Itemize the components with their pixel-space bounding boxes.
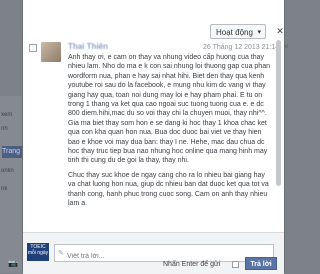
close-icon[interactable]: ✕ bbox=[275, 26, 285, 36]
background-text: xem bbox=[1, 112, 13, 118]
background-text: onlin bbox=[1, 168, 14, 174]
scrollbar[interactable] bbox=[276, 40, 281, 186]
reply-actions: Nhấn Enter để gửi Trả lời bbox=[23, 254, 284, 273]
enter-to-send-label: Nhấn Enter để gửi bbox=[163, 261, 221, 268]
camera-icon[interactable]: 📷 bbox=[8, 259, 18, 268]
avatar[interactable] bbox=[41, 42, 61, 62]
comment-item: Thai Thiên 26 Tháng 12 2013 21:14 ✕ Anh … bbox=[23, 40, 289, 240]
background-link[interactable]: Trang bbox=[2, 146, 22, 158]
comment-author[interactable]: Thai Thiên bbox=[68, 42, 108, 51]
background-text: nh bbox=[1, 126, 8, 132]
reply-button[interactable]: Trả lời bbox=[245, 257, 277, 270]
background-text: nk bbox=[1, 186, 8, 192]
background-left-panel bbox=[0, 96, 22, 273]
chevron-down-icon: ▾ bbox=[257, 29, 261, 36]
comment-paragraph: Chuc thay suc khoe de ngay cang cho ra l… bbox=[68, 171, 269, 208]
status-dropdown-label: Hoạt động bbox=[216, 28, 253, 37]
enter-to-send-checkbox[interactable] bbox=[232, 261, 239, 268]
status-dropdown[interactable]: Hoạt động ▾ bbox=[210, 24, 266, 39]
comment-paragraph: Anh thay ơi, e cam on thay va nhung vide… bbox=[68, 54, 270, 165]
close-icon[interactable]: ✕ bbox=[283, 44, 289, 51]
comment-body: Anh thay ơi, e cam on thay va nhung vide… bbox=[68, 53, 271, 214]
comment-select-checkbox[interactable] bbox=[29, 44, 37, 52]
popup-header: Hoạt động ▾ ✕ bbox=[23, 0, 284, 40]
timestamp-text: 26 Tháng 12 2013 21:14 bbox=[203, 44, 280, 51]
comment-popup: Hoạt động ▾ ✕ Thai Thiên 26 Tháng 12 201… bbox=[22, 0, 289, 274]
